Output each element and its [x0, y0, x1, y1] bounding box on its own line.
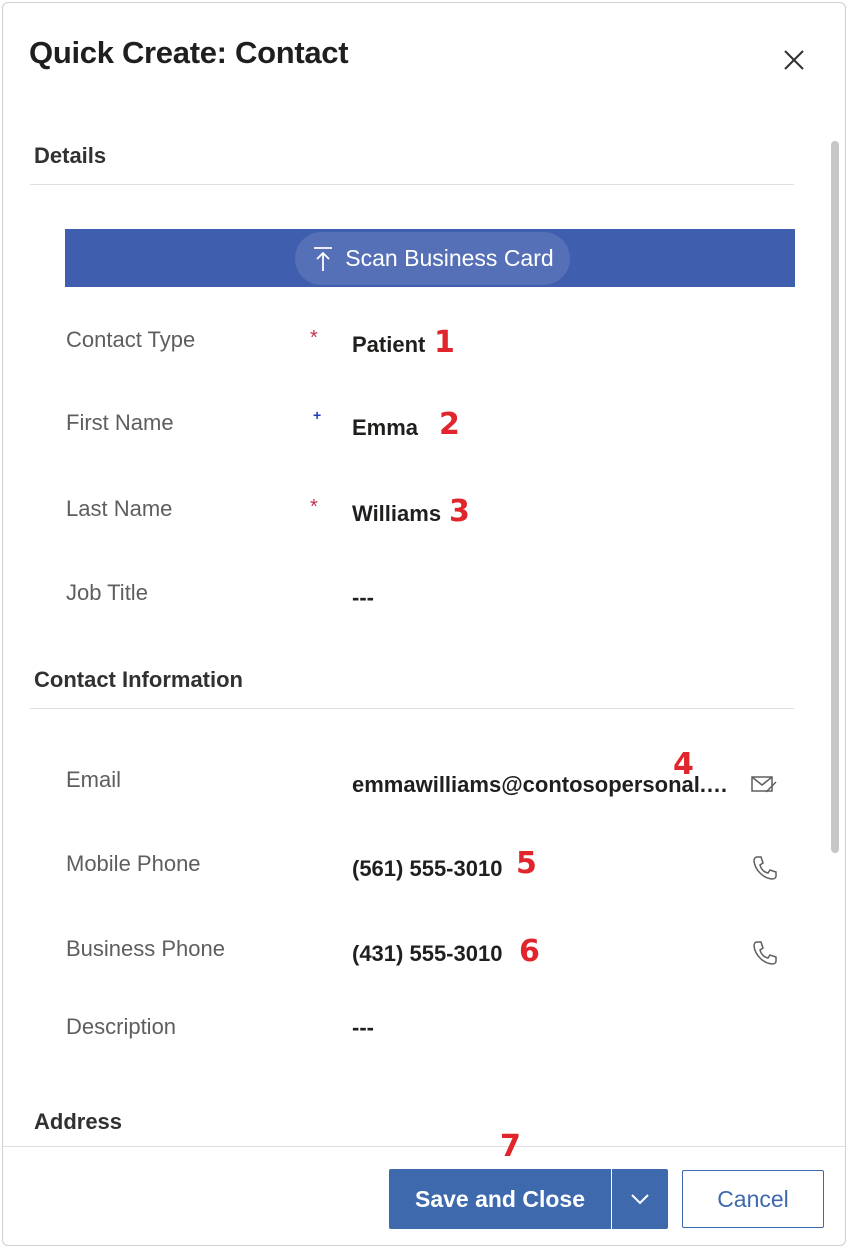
scan-business-card-button[interactable]: Scan Business Card — [295, 232, 570, 285]
phone-icon — [753, 856, 777, 880]
scan-button-label: Scan Business Card — [345, 245, 554, 271]
save-options-dropdown[interactable] — [612, 1169, 668, 1229]
required-indicator: * — [310, 327, 318, 349]
send-email-button[interactable] — [750, 770, 778, 798]
recommended-indicator: + — [313, 407, 322, 423]
required-indicator: * — [310, 496, 318, 518]
field-label-contact-type: Contact Type — [66, 327, 196, 352]
cancel-button-label: Cancel — [717, 1185, 789, 1212]
annotation-marker: 6 — [519, 934, 540, 969]
field-value-mobile-phone[interactable]: (561) 555-3010 — [352, 856, 502, 882]
field-label-mobile-phone: Mobile Phone — [66, 851, 201, 876]
annotation-marker: 1 — [434, 325, 455, 360]
field-label-first-name: First Name — [66, 410, 174, 435]
divider — [30, 708, 794, 709]
chevron-down-icon — [631, 1194, 649, 1205]
save-and-close-button[interactable]: Save and Close — [389, 1169, 611, 1229]
field-value-contact-type[interactable]: Patient — [352, 332, 425, 358]
save-button-label: Save and Close — [414, 1185, 586, 1212]
section-title-address: Address — [34, 1109, 123, 1134]
dialog-title: Quick Create: Contact — [29, 35, 349, 70]
field-label-email: Email — [66, 767, 122, 792]
annotation-marker: 2 — [439, 407, 460, 442]
field-label-description: Description — [66, 1014, 177, 1039]
upload-icon — [314, 246, 333, 271]
field-value-description[interactable]: --- — [352, 1015, 374, 1041]
field-label-business-phone: Business Phone — [66, 936, 225, 961]
field-value-business-phone[interactable]: (431) 555-3010 — [352, 941, 502, 967]
call-mobile-button[interactable] — [751, 854, 779, 882]
scrollbar[interactable] — [831, 141, 839, 853]
section-title-contact-information: Contact Information — [34, 667, 243, 692]
field-value-job-title[interactable]: --- — [352, 585, 374, 611]
call-business-button[interactable] — [751, 939, 779, 967]
annotation-marker: 4 — [673, 747, 694, 782]
cancel-button[interactable]: Cancel — [682, 1170, 824, 1228]
close-icon — [784, 50, 804, 70]
annotation-marker: 5 — [516, 846, 537, 881]
close-button[interactable] — [781, 47, 807, 73]
section-title-details: Details — [34, 143, 107, 168]
divider — [30, 184, 794, 185]
footer-divider — [3, 1146, 845, 1147]
email-icon — [751, 776, 777, 793]
field-value-first-name[interactable]: Emma — [352, 415, 418, 441]
quick-create-dialog: Quick Create: Contact Details Scan Busin… — [2, 2, 846, 1246]
field-label-job-title: Job Title — [66, 580, 148, 605]
annotation-marker: 3 — [449, 494, 470, 529]
phone-icon — [753, 941, 777, 965]
field-label-last-name: Last Name — [66, 496, 173, 521]
field-value-last-name[interactable]: Williams — [352, 501, 441, 527]
annotation-marker: 7 — [500, 1129, 521, 1164]
